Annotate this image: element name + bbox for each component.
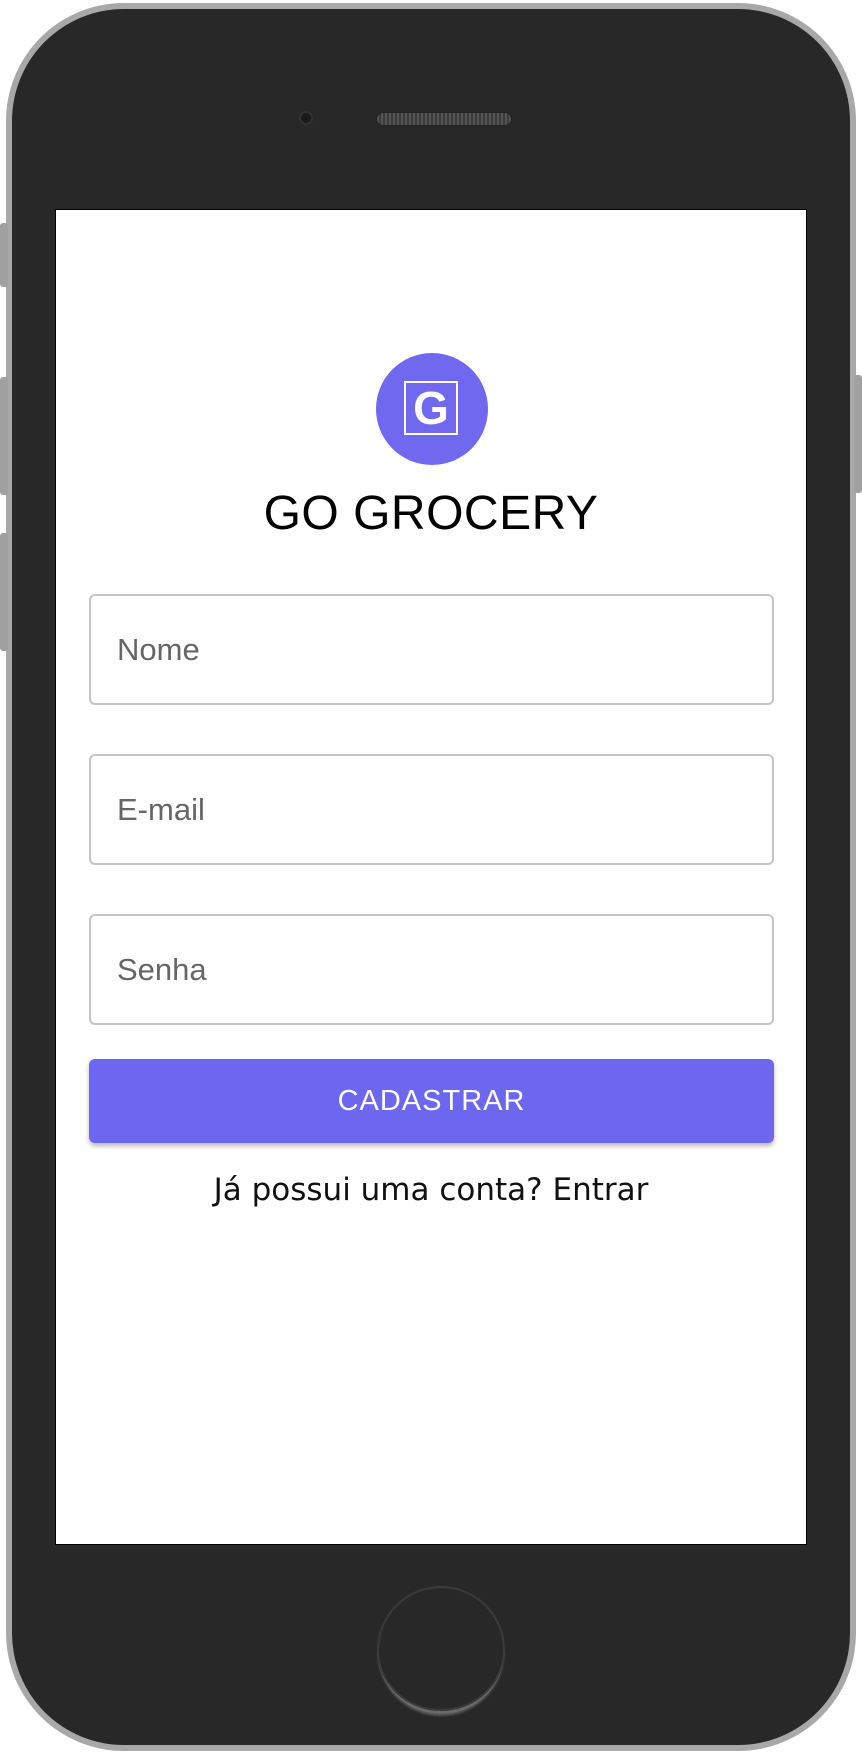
- side-button-volume-down: [0, 533, 8, 651]
- login-prompt-text: Já possui uma conta?: [213, 1172, 543, 1208]
- home-button[interactable]: [377, 1586, 505, 1714]
- app-title: GO GROCERY: [263, 487, 599, 540]
- email-input[interactable]: [91, 756, 772, 863]
- side-button-volume-up: [0, 377, 8, 495]
- logo-letter: G: [413, 382, 449, 434]
- side-button-power: [854, 375, 862, 493]
- logo-frame: G: [404, 381, 458, 435]
- name-input[interactable]: [91, 596, 772, 703]
- side-button-mute: [0, 223, 8, 287]
- grocery-logo-icon: G: [376, 353, 488, 465]
- app-screen: G GO GROCERY CADASTRAR Já possui uma con…: [55, 209, 807, 1545]
- password-field: [89, 914, 774, 1025]
- speaker-grille: [377, 113, 511, 125]
- email-field: [89, 754, 774, 865]
- name-field: [89, 594, 774, 705]
- login-prompt: Já possui uma conta? Entrar: [56, 1172, 806, 1208]
- register-button[interactable]: CADASTRAR: [89, 1059, 774, 1143]
- login-link[interactable]: Entrar: [552, 1172, 648, 1208]
- camera-icon: [299, 111, 313, 125]
- password-input[interactable]: [91, 916, 772, 1023]
